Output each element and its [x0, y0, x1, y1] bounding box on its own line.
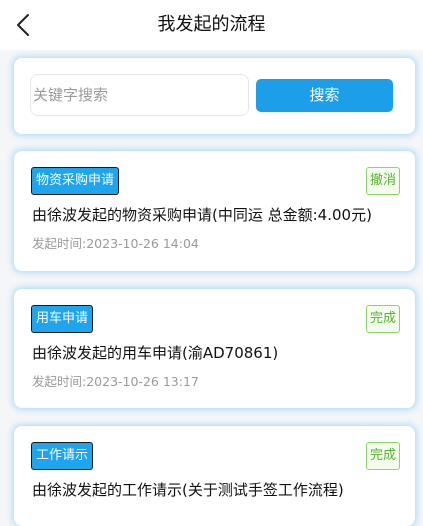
status-badge: 完成	[365, 305, 400, 333]
process-title: 由徐波发起的用车申请(渝AD70861)	[32, 344, 279, 362]
search-button[interactable]: 搜索	[256, 79, 393, 112]
search-input[interactable]	[30, 74, 249, 116]
process-time: 发起时间:2023-10-26 13:17	[32, 374, 199, 389]
process-type-badge: 物资采购申请	[31, 167, 120, 195]
process-card[interactable]: 用车申请 完成 由徐波发起的用车申请(渝AD70861) 发起时间:2023-1…	[14, 289, 415, 408]
search-panel: 搜索	[14, 58, 415, 134]
process-title: 由徐波发起的工作请示(关于测试手签工作流程)	[32, 481, 344, 499]
process-card[interactable]: 物资采购申请 撤消 由徐波发起的物资采购申请(中同运 总金额:4.00元) 发起…	[14, 151, 415, 271]
process-type-badge: 用车申请	[31, 305, 94, 333]
process-type-badge: 工作请示	[31, 442, 94, 470]
process-title: 由徐波发起的物资采购申请(中同运 总金额:4.00元)	[32, 206, 372, 224]
page-title: 我发起的流程	[157, 14, 266, 35]
status-badge: 撤消	[365, 167, 400, 195]
process-card[interactable]: 工作请示 完成 由徐波发起的工作请示(关于测试手签工作流程)	[14, 426, 415, 526]
process-time: 发起时间:2023-10-26 14:04	[32, 236, 199, 251]
status-badge: 完成	[365, 442, 400, 470]
top-nav-bar: 我发起的流程	[0, 0, 423, 50]
